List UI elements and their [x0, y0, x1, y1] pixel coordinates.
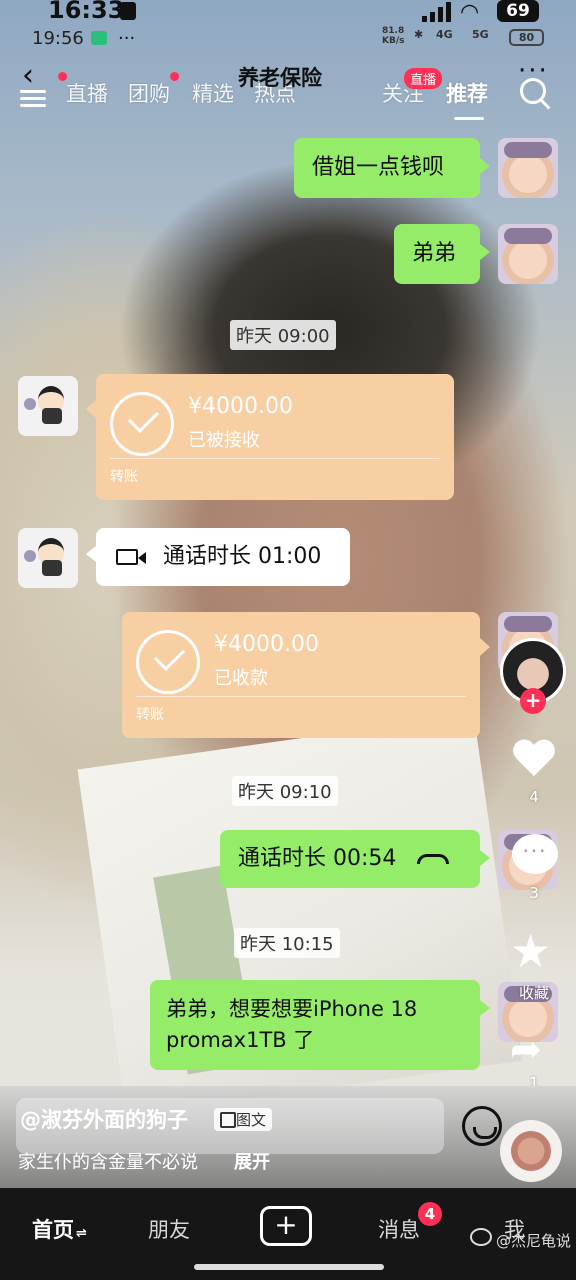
favorite-label: 收藏	[518, 984, 549, 1002]
transfer-status: 已收款	[214, 668, 268, 689]
tab-featured[interactable]: 精选	[192, 78, 234, 108]
author-name[interactable]: @淑芬外面的狗子	[20, 1104, 188, 1134]
check-icon	[110, 392, 174, 456]
transfer-card[interactable]: ¥4000.00 已被接收 转账	[86, 374, 454, 500]
avatar-sister[interactable]	[498, 138, 558, 198]
top-nav: ‹ 直播 团购 精选 热点 关注 推荐 养老保险 直播 ···	[0, 56, 576, 120]
expand-link[interactable]: 展开	[234, 1148, 270, 1174]
menu-icon[interactable]	[20, 86, 46, 111]
share-arrow-icon[interactable]: ➦	[510, 1030, 542, 1068]
wifi-icon: ◠	[460, 0, 480, 25]
avatar-brother[interactable]	[18, 528, 78, 588]
bottom-nav: 首页 ⇌ 朋友 + 消息 4 我 @杰尼龟说	[0, 1188, 576, 1280]
net-speed: 81.8 KB/s	[382, 26, 405, 46]
post-caption: 家生仆的含金量不必说	[18, 1152, 198, 1173]
tab-live[interactable]: 直播	[66, 78, 108, 108]
bluetooth-icon: ✱	[414, 28, 424, 41]
transfer-divider	[136, 696, 466, 697]
post-type-tag: 图文	[214, 1108, 273, 1131]
transfer-label: 转账	[136, 707, 164, 723]
create-post-button[interactable]: +	[260, 1206, 312, 1246]
overlay-time: 19:56	[32, 28, 84, 49]
comment-count: 3	[529, 884, 539, 902]
signal-4g: 4G	[436, 28, 453, 41]
post-info-panel: @淑芬外面的狗子 图文 家生仆的含金量不必说 展开	[0, 1086, 576, 1188]
notification-dot	[170, 72, 179, 81]
transfer-amount: ¥4000.00	[214, 632, 319, 657]
music-disc-icon[interactable]	[500, 1120, 562, 1182]
transfer-divider	[110, 458, 440, 459]
active-tab-indicator	[454, 117, 484, 120]
overlay-more-dots: ···	[118, 28, 136, 49]
home-indicator	[194, 1264, 384, 1270]
message-bubble: 弟弟	[394, 224, 490, 284]
emoji-icon[interactable]	[462, 1106, 502, 1146]
phone-hangup-icon	[417, 854, 450, 864]
timestamp: 昨天 09:10	[232, 776, 338, 806]
signal-5g: 5G	[472, 28, 489, 41]
timestamp: 昨天 10:15	[234, 928, 340, 958]
watermark: @杰尼龟说	[496, 1232, 572, 1250]
voice-call-record[interactable]: 通话时长 00:54	[220, 830, 490, 888]
messages-badge: 4	[418, 1202, 442, 1226]
video-call-icon	[116, 549, 146, 565]
video-call-record[interactable]: 通话时长 01:00	[86, 528, 350, 586]
weibo-icon	[470, 1228, 492, 1246]
nav-home[interactable]: 首页 ⇌	[32, 1214, 87, 1244]
live-badge: 直播	[404, 68, 443, 89]
comment-icon[interactable]: ···	[512, 834, 558, 874]
app-notification-icon	[91, 31, 107, 45]
message-bubble: 借姐一点钱呗	[294, 138, 490, 198]
transfer-label: 转账	[110, 469, 138, 485]
overlay-battery: 80	[509, 29, 544, 46]
call-duration: 通话时长 01:00	[163, 544, 322, 569]
call-duration: 通话时长 00:54	[238, 846, 397, 871]
avatar-sister[interactable]	[498, 224, 558, 284]
lock-icon	[120, 2, 136, 20]
status-bar: 16:33 19:56 ··· ◠ 69 81.8 KB/s ✱ 4G 5G 80	[0, 0, 576, 56]
cell-signal-icon	[422, 2, 451, 22]
follow-plus-icon[interactable]: +	[520, 688, 546, 714]
tab-group-buy[interactable]: 团购	[128, 78, 170, 108]
nav-friends[interactable]: 朋友	[148, 1214, 190, 1244]
battery-indicator: 69	[497, 0, 539, 22]
search-icon[interactable]	[520, 78, 546, 104]
transfer-amount: ¥4000.00	[188, 394, 293, 419]
like-count: 4	[529, 788, 539, 806]
favorite-star-icon[interactable]: ★	[510, 928, 551, 974]
tab-recommended[interactable]: 推荐	[446, 78, 488, 108]
transfer-status: 已被接收	[188, 430, 260, 451]
chat-title: 养老保险	[238, 66, 322, 90]
nav-messages[interactable]: 消息	[378, 1214, 420, 1244]
timestamp: 昨天 09:00	[230, 320, 336, 350]
check-icon	[136, 630, 200, 694]
like-heart-icon[interactable]	[512, 740, 556, 780]
message-bubble: 弟弟，想要想要iPhone 18 promax1TB 了	[150, 980, 490, 1070]
transfer-card[interactable]: ¥4000.00 已收款 转账	[122, 612, 490, 738]
status-time: 16:33	[48, 0, 125, 24]
avatar-brother[interactable]	[18, 376, 78, 436]
